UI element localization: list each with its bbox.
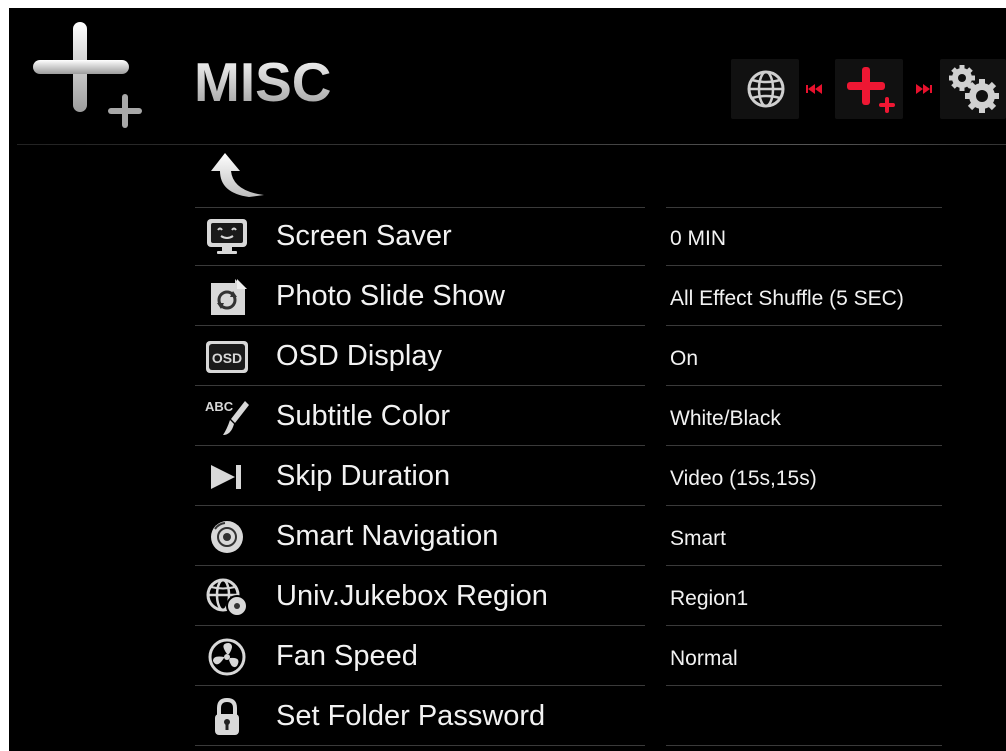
nav-next-category[interactable] (940, 59, 1006, 119)
fast-forward-icon (916, 84, 932, 94)
setting-value-cell[interactable]: Smart (666, 507, 942, 566)
setting-value: Normal (670, 647, 738, 670)
screen-saver-icon (207, 219, 247, 254)
disc-icon (211, 521, 243, 553)
svg-text:OSD: OSD (212, 350, 242, 366)
setting-value-cell[interactable]: Video (15s,15s) (666, 447, 942, 506)
plus-plus-icon (33, 22, 142, 128)
setting-value: White/Black (670, 407, 781, 430)
subtitle-brush-icon: ABC (205, 399, 249, 435)
setting-value: Video (15s,15s) (670, 467, 817, 490)
setting-label-cell: Fan Speed (195, 627, 645, 686)
setting-row-univ-jukebox-region[interactable]: Univ.Jukebox Region Region1 (195, 567, 945, 627)
setting-value-cell[interactable]: 0 MIN (666, 207, 942, 266)
setting-value: On (670, 347, 699, 370)
globe-icon (747, 70, 785, 108)
setting-label-cell: Skip Duration (195, 447, 645, 506)
photo-slideshow-icon (211, 279, 247, 315)
setting-row-photo-slide-show[interactable]: Photo Slide Show All Effect Shuffle (5 S… (195, 267, 945, 327)
setting-label-cell: Screen Saver (195, 207, 645, 266)
setting-label: Set Folder Password (276, 700, 546, 732)
setting-value-cell[interactable]: Region1 (666, 567, 942, 626)
plus-plus-icon (847, 67, 895, 113)
setting-value: Region1 (670, 587, 749, 610)
setting-label-cell: OSD OSD Display (195, 327, 645, 386)
osd-icon: OSD (206, 341, 248, 373)
back-row[interactable] (195, 145, 945, 208)
category-nav (731, 59, 1006, 119)
setting-row-skip-duration[interactable]: Skip Duration Video (15s,15s) (195, 447, 945, 507)
lock-icon (215, 697, 239, 735)
setting-value-cell[interactable] (666, 687, 942, 746)
setting-label-cell: Set Folder Password (195, 687, 645, 746)
setting-label: Screen Saver (276, 220, 452, 252)
globe-disc-icon (206, 578, 248, 617)
back-arrow-icon (211, 153, 264, 197)
setting-label: Skip Duration (276, 460, 451, 492)
setting-label: Smart Navigation (276, 520, 499, 552)
setting-label: Photo Slide Show (276, 280, 505, 312)
back-value-cell (666, 145, 942, 208)
setting-value: All Effect Shuffle (5 SEC) (670, 287, 904, 310)
setting-value: 0 MIN (670, 227, 727, 250)
setting-label: Subtitle Color (276, 400, 451, 432)
setting-row-fan-speed[interactable]: Fan Speed Normal (195, 627, 945, 687)
svg-text:ABC: ABC (205, 399, 234, 414)
setting-value-cell[interactable]: On (666, 327, 942, 386)
page-title: MISC (194, 51, 332, 113)
nav-current-category[interactable] (835, 59, 903, 119)
setting-label-cell: ABC Subtitle Color (195, 387, 645, 446)
setting-value-cell[interactable]: Normal (666, 627, 942, 686)
setting-label: Fan Speed (276, 640, 418, 672)
setting-row-osd-display[interactable]: OSD OSD Display On (195, 327, 945, 387)
rewind-icon (806, 84, 822, 94)
skip-icon (211, 465, 241, 489)
setting-value-cell[interactable]: White/Black (666, 387, 942, 446)
setting-value: Smart (670, 527, 727, 550)
fan-icon (208, 638, 246, 676)
setting-label-cell: Photo Slide Show (195, 267, 645, 326)
setting-label: Univ.Jukebox Region (276, 580, 548, 612)
setting-row-smart-navigation[interactable]: Smart Navigation Smart (195, 507, 945, 567)
gears-icon (949, 65, 999, 113)
screen: MISC Screen Saver 0 MIN Photo Slide Show… (9, 8, 1006, 751)
setting-row-subtitle-color[interactable]: ABC Subtitle Color White/Black (195, 387, 945, 447)
setting-row-set-folder-password[interactable]: Set Folder Password (195, 687, 945, 747)
setting-value-cell[interactable]: All Effect Shuffle (5 SEC) (666, 267, 942, 326)
setting-row-screen-saver[interactable]: Screen Saver 0 MIN (195, 207, 945, 267)
setting-label-cell: Univ.Jukebox Region (195, 567, 645, 626)
setting-label-cell: Smart Navigation (195, 507, 645, 566)
setting-label: OSD Display (276, 340, 442, 372)
back-cell[interactable] (195, 145, 645, 208)
nav-prev-category[interactable] (731, 59, 799, 119)
